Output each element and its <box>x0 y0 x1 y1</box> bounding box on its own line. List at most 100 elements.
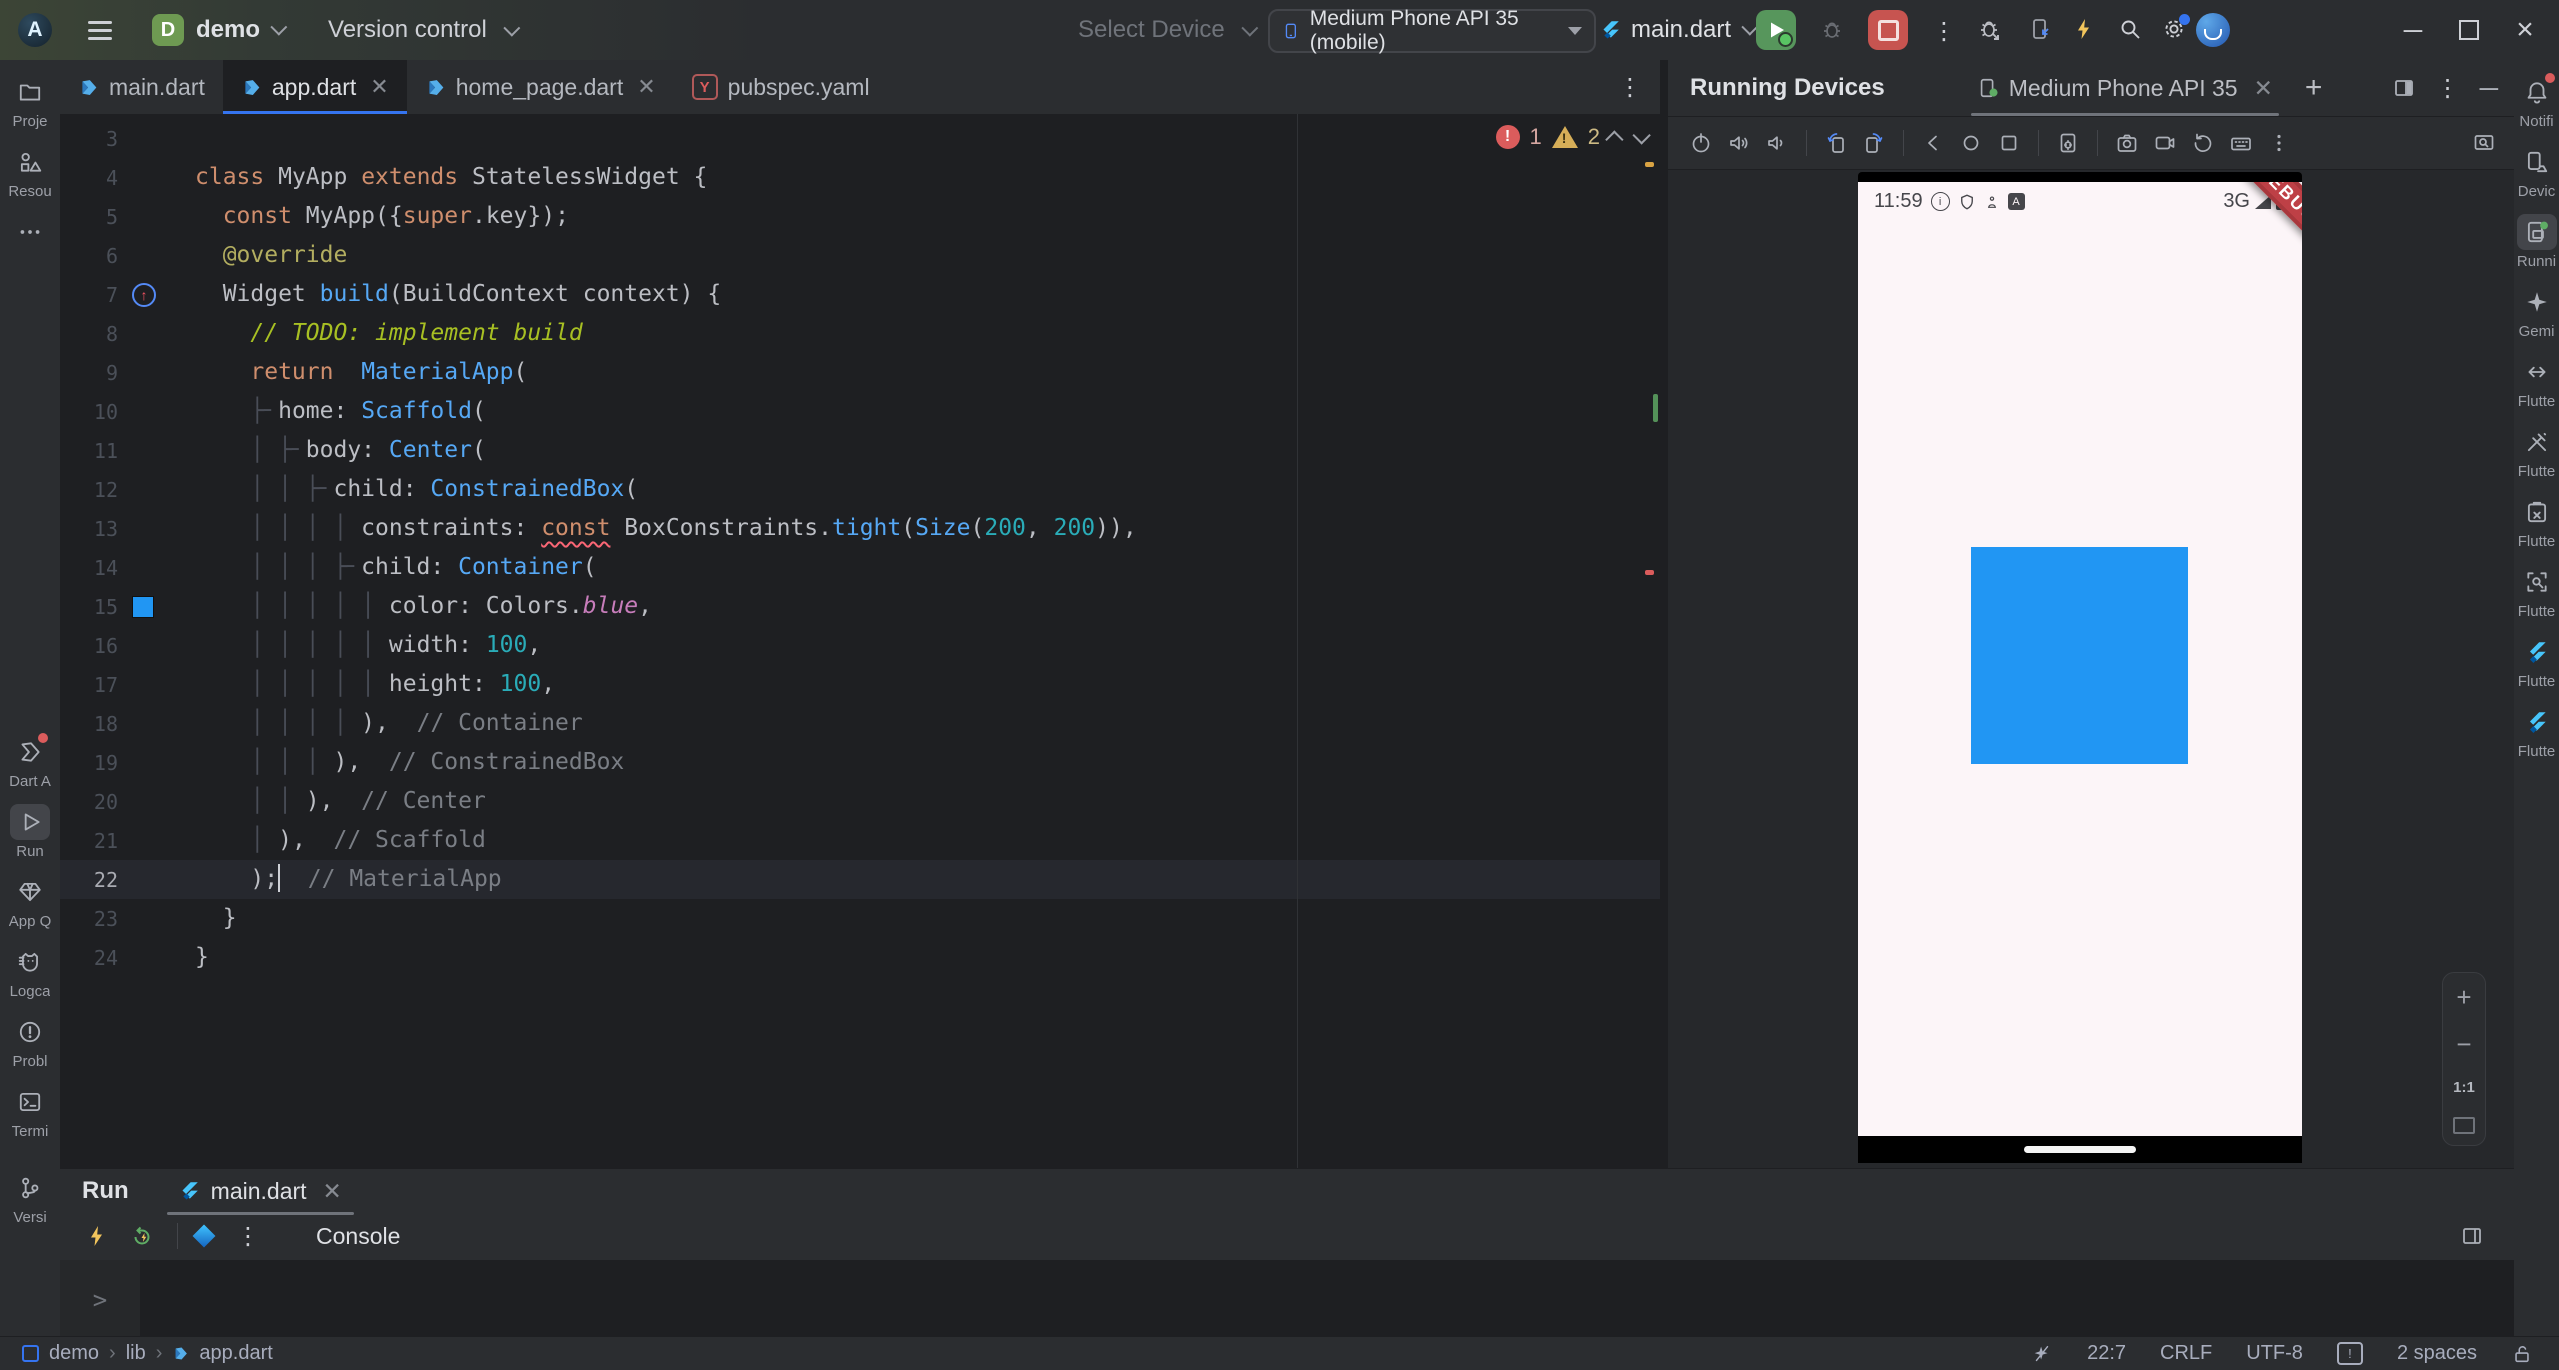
code-line-13[interactable]: 13 │ │ │ │ constraints: const BoxConstra… <box>60 509 1660 548</box>
code-line-8[interactable]: 8 // TODO: implement build <box>60 314 1660 353</box>
attach-debugger-icon[interactable] <box>2028 17 2052 41</box>
left-stripe-item-resou[interactable]: Resou <box>0 144 60 200</box>
actual-size-button[interactable]: 1:1 <box>2453 1079 2475 1096</box>
right-stripe-item-flutte[interactable]: Flutte <box>2514 564 2559 620</box>
code-line-9[interactable]: 9 return MaterialApp( <box>60 353 1660 392</box>
breadcrumb[interactable]: demo › lib › app.dart <box>0 1342 273 1365</box>
color-swatch-icon[interactable] <box>132 596 166 618</box>
hot-reload-icon[interactable] <box>85 1224 109 1248</box>
debug-button[interactable] <box>1820 17 1844 41</box>
code-line-10[interactable]: 10 ├╴home: Scaffold( <box>60 392 1660 431</box>
device-dropdown[interactable]: Medium Phone API 35 (mobile) <box>1268 9 1596 53</box>
left-stripe-item-probl[interactable]: Probl <box>0 1014 60 1070</box>
code-line-22[interactable]: 22 ); // MaterialApp <box>60 860 1660 899</box>
left-stripe-item-more[interactable] <box>0 214 60 250</box>
device-tab[interactable]: Medium Phone API 35 ✕ <box>1971 60 2279 116</box>
volup-icon[interactable] <box>1727 131 1751 155</box>
run-button[interactable] <box>1756 10 1796 50</box>
reset-icon[interactable] <box>2191 131 2215 155</box>
code-line-3[interactable]: 3 <box>60 119 1660 158</box>
close-icon[interactable]: ✕ <box>323 1178 342 1205</box>
vcs-change-stripe-mark[interactable] <box>1653 394 1658 422</box>
emulator-screen[interactable]: 11:59 i A 3G DEBUG <box>1858 182 2302 1136</box>
console-tab[interactable]: Console <box>316 1223 400 1250</box>
left-stripe-item-app-q[interactable]: App Q <box>0 874 60 930</box>
more-actions-icon[interactable]: ⋮ <box>1932 17 1956 45</box>
code-line-23[interactable]: 23 } <box>60 899 1660 938</box>
run-tab[interactable]: main.dart ✕ <box>171 1169 350 1213</box>
rotateright-icon[interactable] <box>1862 131 1886 155</box>
right-stripe-item-devic[interactable]: Devic <box>2514 144 2559 200</box>
right-stripe-item-flutte[interactable]: Flutte <box>2514 354 2559 410</box>
encoding[interactable]: UTF-8 <box>2246 1342 2303 1365</box>
home-icon[interactable] <box>1959 131 1983 155</box>
code-line-24[interactable]: 24} <box>60 938 1660 977</box>
close-icon[interactable]: ✕ <box>637 74 655 100</box>
rotateleft-icon[interactable] <box>1824 131 1848 155</box>
hot-restart-icon[interactable] <box>130 1224 154 1248</box>
close-icon[interactable]: ✕ <box>370 74 388 100</box>
inspections-widget[interactable]: ! 1 2 <box>1496 124 1647 150</box>
warning-stripe-mark[interactable] <box>1645 162 1654 167</box>
right-stripe-item-flutte[interactable]: Flutte <box>2514 704 2559 760</box>
search-icon[interactable] <box>2118 17 2142 41</box>
hide-panel-icon[interactable]: ─ <box>2480 73 2498 104</box>
fit-to-window-button[interactable] <box>2453 1117 2475 1134</box>
devsettings-icon[interactable] <box>2056 131 2080 155</box>
right-stripe-item-flutte[interactable]: Flutte <box>2514 494 2559 550</box>
back-icon[interactable] <box>1921 131 1945 155</box>
code-line-12[interactable]: 12 │ │ ├╴child: ConstrainedBox( <box>60 470 1660 509</box>
voldown-icon[interactable] <box>1765 131 1789 155</box>
left-stripe-item-run[interactable]: Run <box>0 804 60 860</box>
profiler-bug-icon[interactable] <box>1978 17 2002 41</box>
screen-search-icon[interactable] <box>2472 131 2496 155</box>
code-line-16[interactable]: 16 │ │ │ │ │ width: 100, <box>60 626 1660 665</box>
close-button[interactable]: × <box>2497 0 2553 60</box>
code-line-6[interactable]: 6 @override <box>60 236 1660 275</box>
right-stripe-item-gemi[interactable]: Gemi <box>2514 284 2559 340</box>
zoom-in-button[interactable]: + <box>2456 984 2471 1010</box>
settings-gear-icon[interactable] <box>2162 17 2186 41</box>
gesture-pill[interactable] <box>2024 1146 2136 1153</box>
code-line-20[interactable]: 20 │ │ ), // Center <box>60 782 1660 821</box>
project-selector[interactable]: D demo <box>152 14 282 46</box>
version-control-menu[interactable]: Version control <box>328 16 515 44</box>
more-options-icon[interactable]: ⋮ <box>236 1222 260 1250</box>
close-icon[interactable]: ✕ <box>2254 75 2273 102</box>
console-output[interactable]: > <box>60 1260 2514 1338</box>
record-icon[interactable] <box>2153 131 2177 155</box>
hamburger-menu-icon[interactable] <box>88 21 112 40</box>
line-ending[interactable]: CRLF <box>2160 1342 2212 1365</box>
aisparkle-icon[interactable] <box>2031 1343 2053 1365</box>
code-editor[interactable]: 34class MyApp extends StatelessWidget {5… <box>60 114 1660 1168</box>
unlock-icon[interactable] <box>2511 1343 2533 1365</box>
dart-vm-icon[interactable] <box>195 1227 213 1245</box>
indent-setting[interactable]: 2 spaces <box>2397 1342 2477 1365</box>
code-line-15[interactable]: 15 │ │ │ │ │ color: Colors.blue, <box>60 587 1660 626</box>
alertbox-icon[interactable]: ! <box>2337 1342 2363 1365</box>
right-stripe-item-notifi[interactable]: Notifi <box>2514 74 2559 130</box>
power-icon[interactable] <box>1689 131 1713 155</box>
panel-options-icon[interactable]: ⋮ <box>2436 74 2460 102</box>
override-method-icon[interactable]: ↑ <box>132 283 166 307</box>
code-line-14[interactable]: 14 │ │ │ ├╴child: Container( <box>60 548 1660 587</box>
emulator-device[interactable]: 11:59 i A 3G DEBUG <box>1858 172 2302 1163</box>
avatar[interactable] <box>2196 13 2230 47</box>
code-line-21[interactable]: 21 │ ), // Scaffold <box>60 821 1660 860</box>
split-panel-icon[interactable] <box>2392 76 2416 100</box>
right-stripe-item-flutte[interactable]: Flutte <box>2514 424 2559 480</box>
left-stripe-item-proje[interactable]: Proje <box>0 74 60 130</box>
right-stripe-item-runni[interactable]: Runni <box>2514 214 2559 270</box>
editor-tab-home_page.dart[interactable]: home_page.dart✕ <box>407 60 674 114</box>
add-device-icon[interactable]: + <box>2305 71 2323 105</box>
code-line-5[interactable]: 5 const MyApp({super.key}); <box>60 197 1660 236</box>
breadcrumb-file[interactable]: app.dart <box>199 1342 272 1365</box>
breadcrumb-project[interactable]: demo <box>49 1342 99 1365</box>
prev-issue-icon[interactable] <box>1605 130 1623 148</box>
editor-tab-app.dart[interactable]: app.dart✕ <box>223 60 407 114</box>
layout-icon[interactable] <box>2460 1224 2484 1248</box>
left-stripe-item-versi[interactable]: Versi <box>0 1170 60 1226</box>
code-line-7[interactable]: 7↑ Widget build(BuildContext context) { <box>60 275 1660 314</box>
minimize-button[interactable]: ─ <box>2385 0 2441 60</box>
restore-button[interactable] <box>2441 0 2497 60</box>
